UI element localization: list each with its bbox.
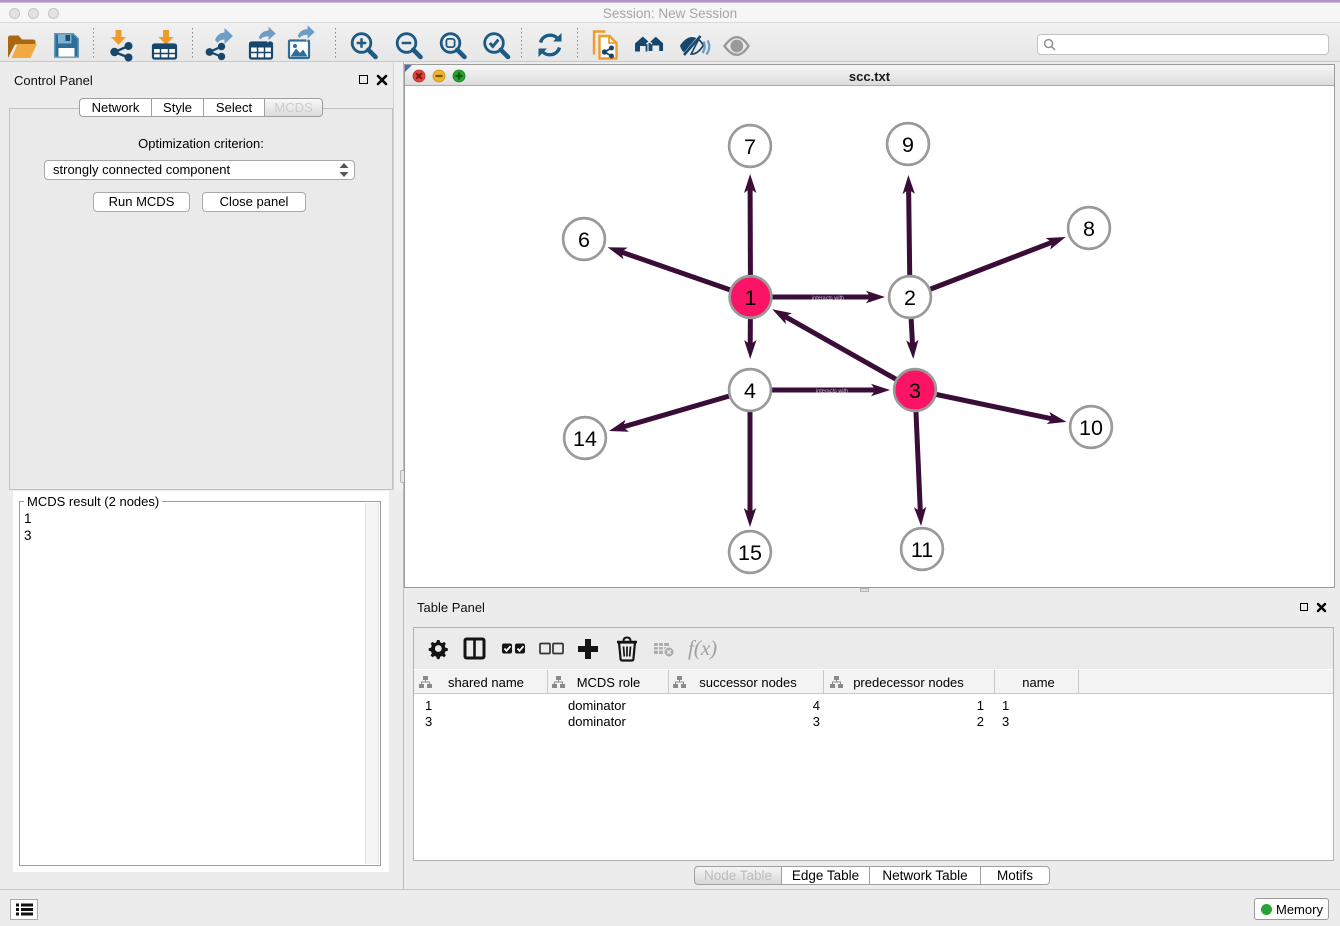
svg-text:1: 1 [745,286,757,310]
svg-text:interacts with: interacts with [816,389,848,395]
svg-text:interacts with: interacts with [812,296,844,302]
svg-text:7: 7 [744,135,756,159]
svg-text:15: 15 [738,541,762,565]
svg-text:2: 2 [904,286,916,310]
svg-text:14: 14 [573,427,597,451]
svg-text:9: 9 [902,133,914,157]
svg-text:4: 4 [744,379,756,403]
svg-text:f(x): f(x) [688,636,717,660]
svg-text:11: 11 [911,538,933,562]
svg-text:6: 6 [578,228,590,252]
svg-text:3: 3 [909,379,921,403]
svg-text:8: 8 [1083,217,1095,241]
svg-text:10: 10 [1079,416,1103,440]
